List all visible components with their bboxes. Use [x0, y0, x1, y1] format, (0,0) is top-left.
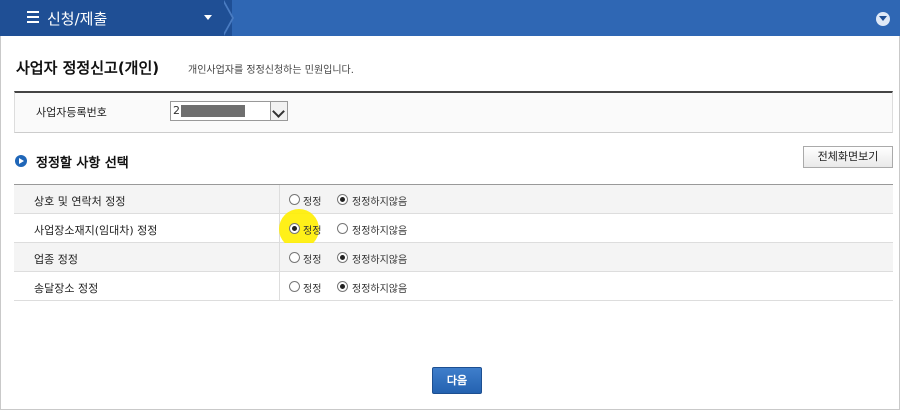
radio-label-correct: 정정 [303, 255, 322, 266]
radio-label-no-correct: 정정하지않음 [352, 226, 408, 237]
option-label: 업종 정정 [34, 253, 78, 266]
top-menu-bar: 신청/제출 [0, 0, 900, 36]
registration-label: 사업자등록번호 [36, 106, 107, 119]
caret-down-icon [204, 15, 212, 20]
option-row-name-contact: 상호 및 연락처 정정 정정 정정하지않음 [14, 185, 893, 214]
option-row-delivery-place: 송달장소 정정 정정 정정하지않음 [14, 272, 893, 301]
radio-no-correct[interactable] [337, 223, 348, 234]
divider [279, 185, 280, 214]
radio-label-correct: 정정 [303, 284, 322, 295]
radio-label-correct: 정정 [303, 197, 322, 208]
option-row-business-type: 업종 정정 정정 정정하지않음 [14, 243, 893, 272]
next-button[interactable]: 다음 [432, 367, 482, 394]
option-row-location: 사업장소재지(임대차) 정정 정정 정정하지않음 [14, 209, 893, 249]
masked-number [181, 105, 245, 117]
registration-number-select[interactable]: 2 [170, 101, 288, 121]
page-title: 사업자 정정신고(개인) [16, 59, 160, 77]
arrow-circle-icon [15, 155, 27, 167]
hamburger-icon [27, 11, 39, 23]
chevron-down-icon[interactable] [270, 102, 287, 120]
registration-box [14, 91, 893, 133]
radio-correct[interactable] [289, 223, 300, 234]
options-table: 상호 및 연락처 정정 정정 정정하지않음 사업장소재지(임대차) 정정 정정 … [14, 184, 893, 301]
divider [279, 272, 280, 301]
radio-correct[interactable] [289, 281, 300, 292]
radio-no-correct[interactable] [337, 281, 348, 292]
option-label: 송달장소 정정 [34, 282, 99, 295]
radio-no-correct[interactable] [337, 194, 348, 205]
fullview-button[interactable]: 전체화면보기 [803, 146, 893, 168]
tab-arrow [222, 0, 232, 36]
radio-correct[interactable] [289, 252, 300, 263]
registration-value: 2 [173, 104, 180, 117]
section-title: 정정할 사항 선택 [36, 156, 129, 171]
radio-label-no-correct: 정정하지않음 [352, 197, 408, 208]
radio-correct[interactable] [289, 194, 300, 205]
menu-dropdown[interactable]: 신청/제출 [0, 0, 232, 36]
page-description: 개인사업자를 정정신청하는 민원입니다. [188, 65, 354, 76]
collapse-chevron-icon[interactable] [876, 12, 890, 26]
menu-title: 신청/제출 [47, 10, 108, 28]
option-label: 사업장소재지(임대차) 정정 [34, 224, 158, 237]
divider [279, 243, 280, 272]
radio-label-no-correct: 정정하지않음 [352, 284, 408, 295]
option-label: 상호 및 연락처 정정 [34, 195, 126, 208]
radio-label-correct: 정정 [303, 226, 322, 237]
radio-label-no-correct: 정정하지않음 [352, 255, 408, 266]
radio-no-correct[interactable] [337, 252, 348, 263]
